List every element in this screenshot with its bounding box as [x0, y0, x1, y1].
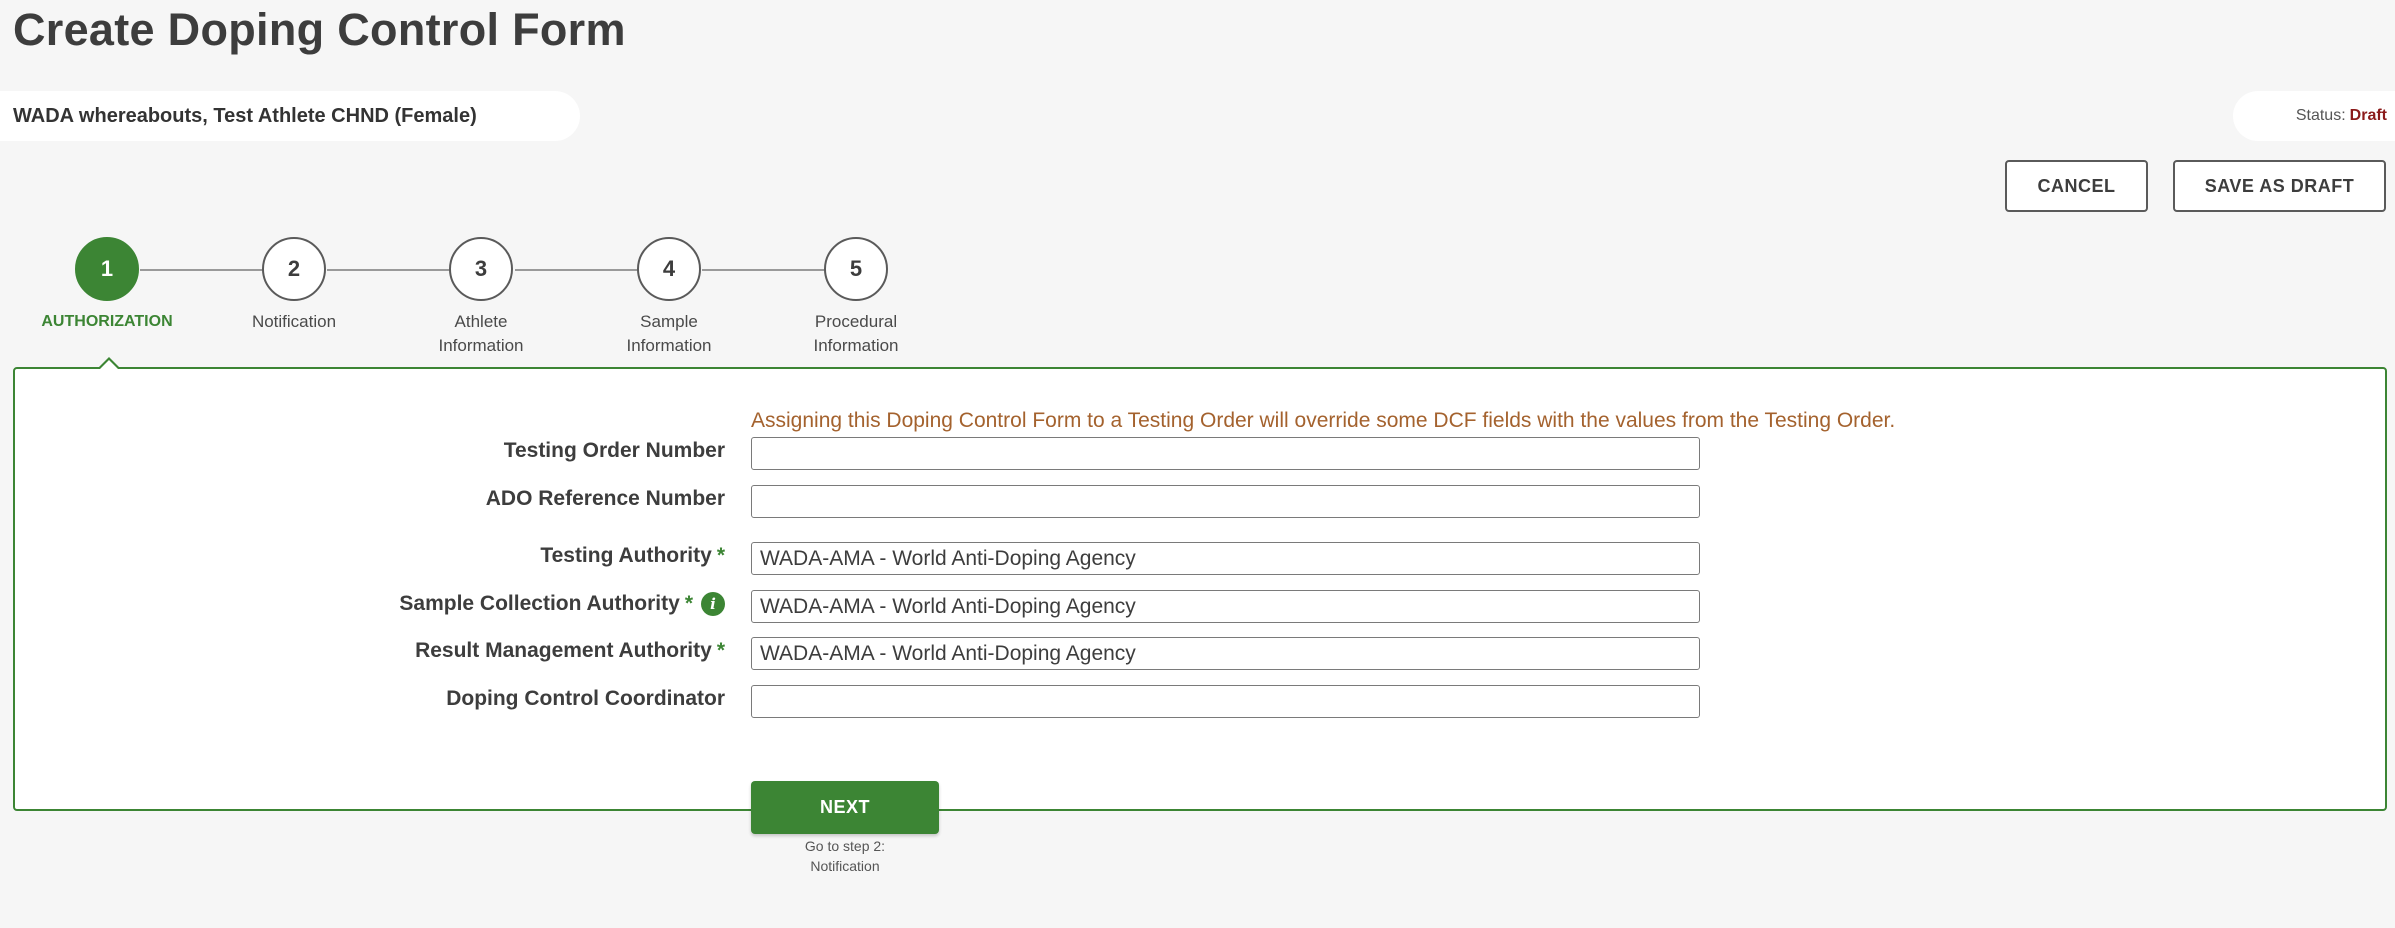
required-marker: * — [716, 639, 725, 662]
ado-reference-number-label: ADO Reference Number — [485, 487, 725, 510]
athlete-banner: WADA whereabouts, Test Athlete CHND (Fem… — [0, 91, 580, 141]
step-label: Notification — [251, 312, 337, 331]
step-athlete-information[interactable]: 3 Athlete Information — [396, 236, 566, 358]
save-as-draft-button[interactable]: SAVE AS DRAFT — [2173, 160, 2386, 212]
step-notification[interactable]: 2 Notification — [209, 236, 379, 334]
testing-order-number-label: Testing Order Number — [503, 439, 725, 462]
page-title: Create Doping Control Form — [13, 4, 626, 55]
sample-collection-authority-input[interactable] — [751, 590, 1700, 623]
step-authorization[interactable]: 1 AUTHORIZATION — [22, 236, 192, 334]
testing-authority-input[interactable] — [751, 542, 1700, 575]
step-number: 3 — [449, 237, 513, 301]
step-label: Procedural Information — [813, 312, 899, 355]
required-marker: * — [716, 544, 725, 567]
authorization-form-panel — [13, 367, 2387, 811]
progress-stepper: 1 AUTHORIZATION 2 Notification 3 Athlete… — [0, 236, 1000, 366]
step-sample-information[interactable]: 4 Sample Information — [584, 236, 754, 358]
result-management-authority-label: Result Management Authority * — [415, 639, 725, 662]
doping-control-coordinator-label: Doping Control Coordinator — [446, 687, 725, 710]
testing-order-notice: Assigning this Doping Control Form to a … — [751, 409, 1896, 432]
athlete-name: WADA whereabouts, Test Athlete CHND (Fem… — [13, 104, 477, 127]
testing-order-number-input[interactable] — [751, 437, 1700, 470]
step-number: 2 — [262, 237, 326, 301]
step-label: AUTHORIZATION — [41, 313, 173, 330]
next-step-hint: Go to step 2: Notification — [804, 838, 886, 874]
doping-control-coordinator-input[interactable] — [751, 685, 1700, 718]
step-label: Athlete Information — [438, 312, 524, 355]
status-indicator: Status: Draft — [2233, 91, 2395, 141]
ado-reference-number-input[interactable] — [751, 485, 1700, 518]
status-label: Status: — [2295, 107, 2346, 124]
info-icon[interactable]: i — [701, 592, 725, 616]
step-procedural-information[interactable]: 5 Procedural Information — [771, 236, 941, 358]
step-number: 4 — [637, 237, 701, 301]
step-number: 1 — [75, 237, 139, 301]
status-value: Draft — [2349, 107, 2387, 124]
sample-collection-authority-label: Sample Collection Authority * i — [399, 592, 725, 616]
cancel-button[interactable]: CANCEL — [2005, 160, 2148, 212]
step-label: Sample Information — [626, 312, 712, 355]
testing-authority-label: Testing Authority * — [540, 544, 725, 567]
step-number: 5 — [824, 237, 888, 301]
active-step-pointer-fill — [100, 360, 118, 369]
result-management-authority-input[interactable] — [751, 637, 1700, 670]
next-button[interactable]: NEXT — [751, 781, 939, 834]
required-marker: * — [684, 592, 693, 615]
